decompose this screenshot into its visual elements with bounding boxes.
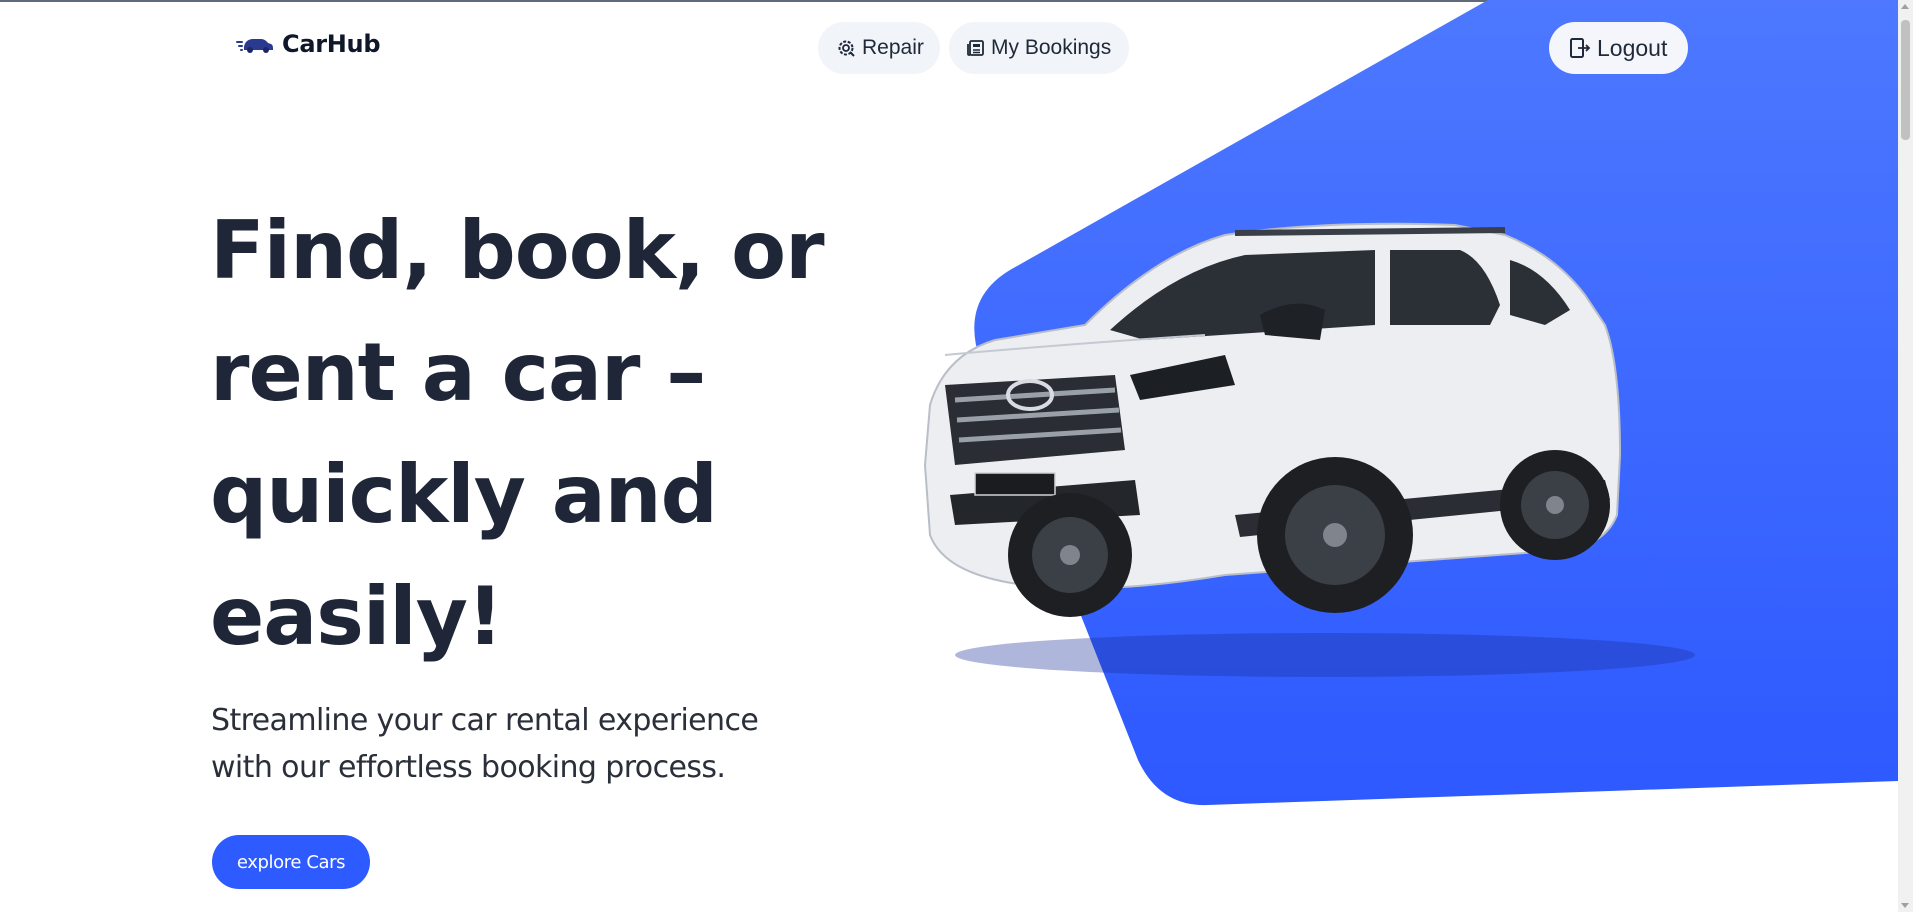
scrollbar-thumb[interactable] <box>1901 20 1910 140</box>
brand-logo[interactable]: CarHub <box>236 30 381 58</box>
logout-label: Logout <box>1597 34 1668 61</box>
repair-nav-label: Repair <box>862 36 924 59</box>
scroll-up-arrow-icon[interactable] <box>1901 4 1909 9</box>
logout-button[interactable]: Logout <box>1549 22 1688 74</box>
explore-cars-button[interactable]: explore Cars <box>212 835 370 889</box>
hero-headline: Find, book, or rent a car – quickly and … <box>210 204 825 663</box>
hero-subtitle: Streamline your car rental experience wi… <box>211 703 759 785</box>
white-suv-image <box>923 222 1695 677</box>
newspaper-icon <box>967 40 984 56</box>
door-exit-icon <box>1570 38 1591 58</box>
speeding-car-icon <box>236 39 273 53</box>
gear-badge-icon <box>838 40 855 57</box>
my-bookings-nav-button[interactable]: My Bookings <box>949 22 1129 74</box>
my-bookings-nav-label: My Bookings <box>991 36 1112 59</box>
repair-nav-button[interactable]: Repair <box>818 22 940 74</box>
page-scrollbar[interactable] <box>1898 0 1913 912</box>
window-top-border <box>0 0 1913 2</box>
brand-name: CarHub <box>282 30 381 58</box>
scroll-down-arrow-icon[interactable] <box>1901 903 1909 908</box>
